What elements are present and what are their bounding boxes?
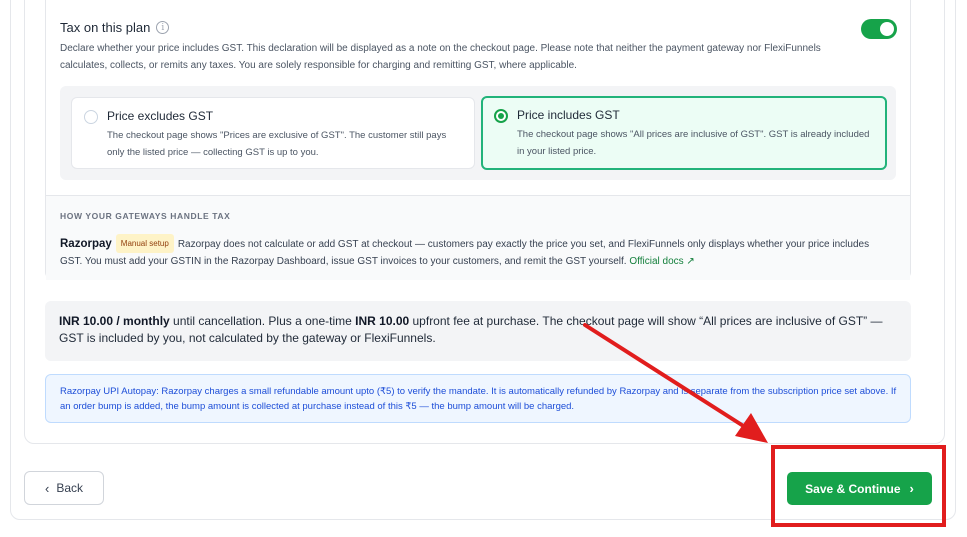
official-docs-label[interactable]: Official docs	[629, 256, 683, 267]
toggle-knob	[880, 22, 894, 36]
gateway-description: Razorpay does not calculate or add GST a…	[60, 239, 870, 267]
tax-title-label: Tax on this plan	[60, 20, 151, 35]
summary-fee: INR 10.00	[355, 314, 410, 328]
autopay-text: Razorpay UPI Autopay: Razorpay charges a…	[60, 386, 897, 412]
summary-price: INR 10.00 / monthly	[59, 314, 170, 328]
annotation-highlight-box	[771, 445, 946, 527]
option-title: Price excludes GST	[107, 109, 214, 123]
tax-title: Tax on this plan i	[60, 20, 170, 35]
summary-text: INR 10.00 / monthly until cancellation. …	[59, 313, 899, 347]
option-description: The checkout page shows "All prices are …	[517, 129, 870, 157]
gateway-name: Razorpay	[60, 238, 112, 250]
gateway-razorpay-info: Razorpay Manual setup Razorpay does not ca…	[60, 234, 890, 270]
option-title: Price includes GST	[517, 108, 620, 122]
external-link-icon: ↗	[686, 256, 695, 267]
back-label: Back	[56, 481, 84, 495]
tax-description: Declare whether your price includes GST.…	[60, 43, 821, 71]
radio-includes[interactable]	[494, 109, 508, 123]
gst-options: Price excludes GST The checkout page sho…	[60, 86, 896, 180]
gateways-tax-info: HOW YOUR GATEWAYS HANDLE TAX Razorpay Man…	[46, 195, 910, 280]
manual-setup-badge: Manual setup	[115, 234, 174, 253]
info-icon[interactable]: i	[156, 21, 170, 34]
option-description: The checkout page shows "Prices are excl…	[107, 130, 447, 158]
official-docs-link[interactable]: Official docs ↗	[629, 256, 694, 267]
option-price-excludes-gst[interactable]: Price excludes GST The checkout page sho…	[71, 97, 475, 169]
pricing-summary: INR 10.00 / monthly until cancellation. …	[45, 301, 911, 361]
summary-part1: until cancellation. Plus a one-time	[169, 314, 356, 328]
tax-toggle[interactable]	[861, 19, 897, 39]
option-price-includes-gst[interactable]: Price includes GST The checkout page sho…	[481, 96, 887, 170]
back-button[interactable]: ‹ Back	[24, 471, 104, 505]
chevron-left-icon: ‹	[44, 480, 50, 496]
autopay-notice: Razorpay UPI Autopay: Razorpay charges a…	[45, 374, 911, 423]
gateways-heading: HOW YOUR GATEWAYS HANDLE TAX	[60, 211, 231, 221]
radio-excludes[interactable]	[84, 110, 98, 124]
